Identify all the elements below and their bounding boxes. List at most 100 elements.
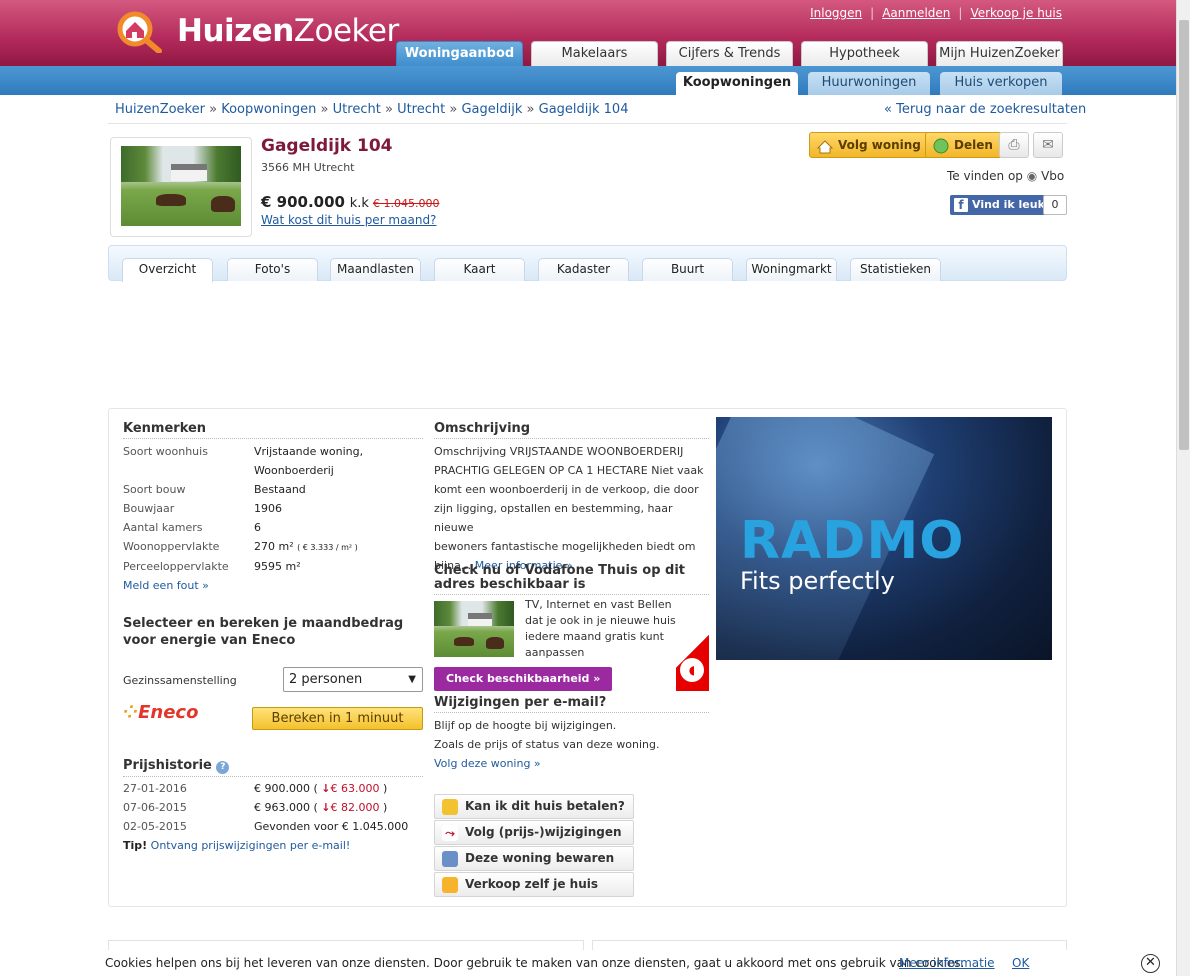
tab-woningmarkt[interactable]: Woningmarkt [746,258,837,281]
price-history-heading: Prijshistorie ? [123,758,423,777]
tab-buurt[interactable]: Buurt [642,258,733,281]
save-property-button[interactable]: Deze woning bewaren [434,846,634,871]
cookie-more-info-link[interactable]: Meer informatie [899,950,995,976]
chart-line-icon: ⤳ [442,825,458,841]
share-button[interactable]: Delen [925,132,1002,158]
household-select[interactable]: 2 personen ▼ [283,667,423,692]
register-link[interactable]: Aanmelden [882,6,950,20]
dropdown-arrow-icon: ▼ [408,674,416,685]
email-button[interactable]: ✉ [1033,132,1063,158]
vodafone-text: TV, Internet en vast Bellen dat je ook in… [525,598,676,659]
magnifier-house-icon [115,9,171,54]
scrollbar[interactable] [1176,0,1190,976]
history-price: € 900.000 ( ↓€ 63.000 ) [254,782,388,795]
history-price: Gevonden voor € 1.045.000 [254,820,409,833]
breadcrumb-link[interactable]: HuizenZoeker [115,102,205,117]
spec-value: Bestaand [254,483,306,496]
history-date: 07-06-2015 [123,801,187,814]
breadcrumb-link[interactable]: Gageldijk 104 [539,102,629,117]
facebook-like-button[interactable]: f Vind ik leuk [950,195,1051,215]
vodafone-house-photo [434,601,514,657]
property-title: Gageldijk 104 [261,136,393,156]
help-icon[interactable]: ? [216,761,230,774]
coins-icon [442,799,458,815]
description-heading: Omschrijving [434,421,709,439]
logo[interactable]: HuizenZoeker [115,8,399,54]
spec-label: Bouwjaar [123,502,175,515]
check-availability-button[interactable]: Check beschikbaarheid » [434,667,613,691]
login-link[interactable]: Inloggen [810,6,862,20]
floppy-disk-icon [442,851,458,867]
source-name: Vbo [1041,169,1065,183]
sell-house-link[interactable]: Verkoop je huis [970,6,1062,20]
eneco-dots-icon: ⁘ [123,702,139,723]
calculate-button[interactable]: Bereken in 1 minuut [252,707,423,730]
divider [108,123,1067,124]
report-error-link[interactable]: Meld een fout » [123,579,209,592]
email-text: Blijf op de hoogte bij wijzigingen. Zoals… [434,719,660,770]
subtab-huurwoningen[interactable]: Huurwoningen [808,72,930,95]
tab-overzicht[interactable]: Overzicht [122,258,213,282]
vbo-logo-icon: ◉ [1026,169,1038,183]
advertisement-banner[interactable]: RADMO Fits perfectly [716,417,1052,660]
logo-wordmark: HuizenZoeker [177,13,399,49]
spec-value: Woonboerderij [254,464,334,477]
affordability-button[interactable]: Kan ik dit huis betalen? [434,794,634,819]
breadcrumb-link[interactable]: Koopwoningen [221,102,316,117]
share-globe-icon [933,138,949,154]
spec-value: 6 [254,521,261,534]
follow-property-button[interactable]: Volg woning [809,132,930,158]
arrow-down-icon: ↓ [321,801,331,814]
tab-fotos[interactable]: Foto's [227,258,318,281]
breadcrumb-link[interactable]: Utrecht [397,102,445,117]
follow-changes-button[interactable]: ⤳ Volg (prijs-)wijzigingen [434,820,634,845]
description-text: Omschrijving VRIJSTAANDE WOONBOERDERIJ PR… [434,445,704,572]
subtab-koopwoningen[interactable]: Koopwoningen [676,72,798,95]
monthly-cost-link[interactable]: Wat kost dit huis per maand? [261,213,436,227]
tab-maandlasten[interactable]: Maandlasten [330,258,421,281]
household-label: Gezinssamenstelling [123,674,237,687]
tab-kaart[interactable]: Kaart [434,258,525,281]
close-icon[interactable]: ✕ [1141,954,1160,973]
tab-cijfers-trends[interactable]: Cijfers & Trends [666,41,793,67]
tab-statistieken[interactable]: Statistieken [850,258,941,281]
facebook-like-count: 0 [1043,195,1067,215]
spec-label: Aantal kamers [123,521,203,534]
breadcrumb-link[interactable]: Utrecht [333,102,381,117]
breadcrumb: HuizenZoeker » Koopwoningen » Utrecht » … [115,102,629,117]
cookie-bar: Cookies helpen ons bij het leveren van o… [0,950,1176,976]
sell-yourself-button[interactable]: Verkoop zelf je huis [434,872,634,897]
ad-brand: RADMO [740,511,965,571]
property-price: € 900.000 k.k € 1.045.000 [261,193,440,211]
tip-line: Tip! Ontvang prijswijzigingen per e-mail… [123,839,351,852]
house-icon [442,877,458,893]
cookie-ok-link[interactable]: OK [1012,950,1029,976]
tab-kadaster[interactable]: Kadaster [538,258,629,281]
spec-value: 270 m² ( € 3.333 / m² ) [254,540,358,553]
spec-label: Soort bouw [123,483,186,496]
scrollbar-thumb[interactable] [1179,20,1189,450]
property-address: 3566 MH Utrecht [261,161,355,174]
print-button[interactable]: ⎙ [999,132,1029,158]
back-to-results-link[interactable]: « Terug naar de zoekresultaten [884,102,1086,117]
facebook-icon: f [954,198,968,212]
cookie-text: Cookies helpen ons bij het leveren van o… [105,956,965,970]
tab-mijn-huizenzoeker[interactable]: Mijn HuizenZoeker [936,41,1063,67]
ad-tagline: Fits perfectly [740,567,895,595]
vodafone-heading: Check nu of Vodafone Thuis op dit adres … [434,564,709,595]
tab-hypotheek[interactable]: Hypotheek [801,41,928,67]
property-photo[interactable] [110,137,252,237]
breadcrumb-link[interactable]: Gageldijk [461,102,522,117]
price-per-sqm: ( € 3.333 / m² ) [297,543,358,552]
follow-property-link[interactable]: Volg deze woning » [434,757,541,770]
tab-woningaanbod[interactable]: Woningaanbod [396,41,523,67]
envelope-icon: ✉ [1042,137,1054,153]
spec-label: Perceeloppervlakte [123,560,229,573]
subtab-huis-verkopen[interactable]: Huis verkopen [940,72,1062,95]
tab-makelaars[interactable]: Makelaars [531,41,658,67]
spec-value: 9595 m² [254,560,301,573]
price-alert-link[interactable]: Ontvang prijswijzigingen per e-mail! [151,839,351,852]
source-line: Te vinden op ◉ Vbo [947,169,1065,183]
arrow-down-icon: ↓ [321,782,331,795]
house-icon [816,138,834,154]
